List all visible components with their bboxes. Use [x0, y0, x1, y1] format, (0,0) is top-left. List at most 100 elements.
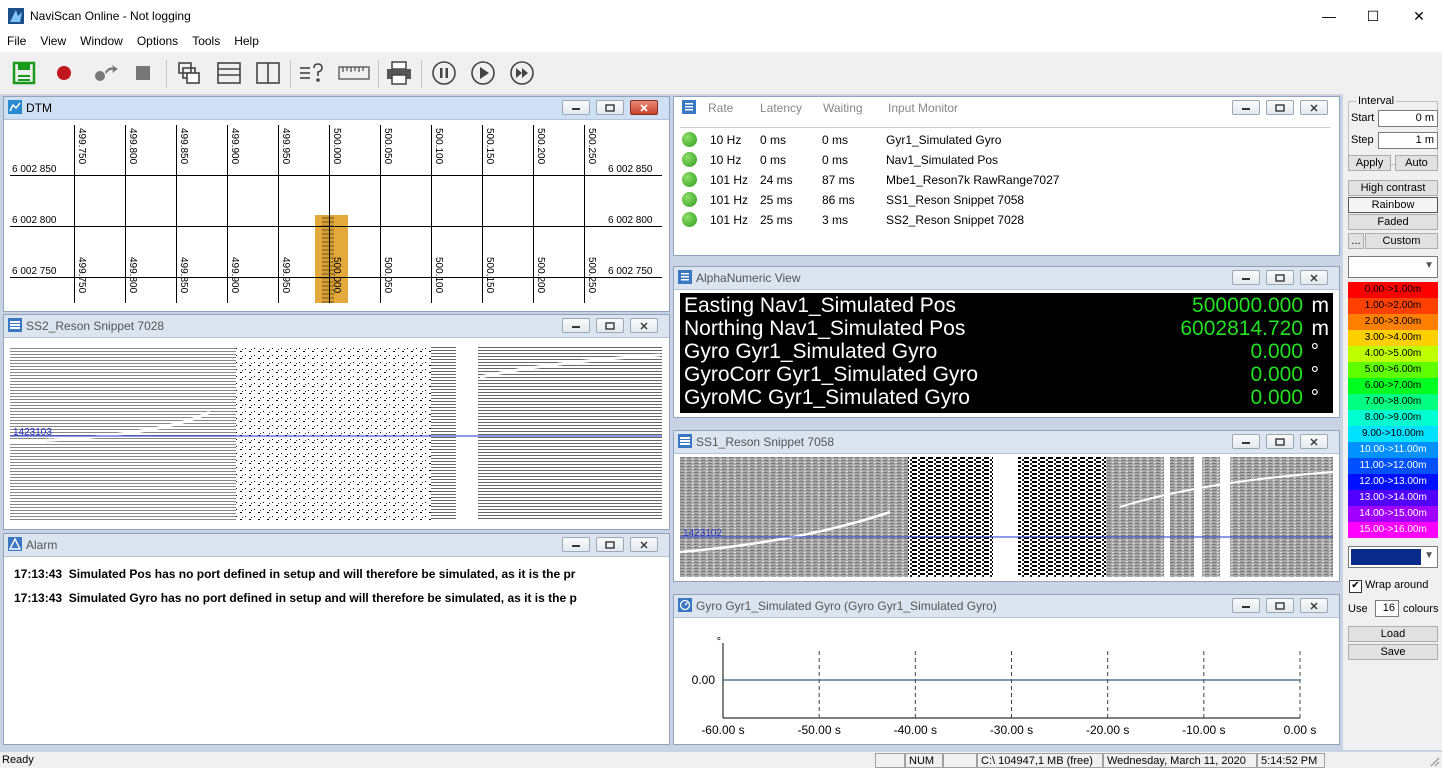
restore-icon[interactable]	[1266, 598, 1294, 613]
colour-band[interactable]: 14.00->15.00m	[1348, 506, 1438, 522]
colour-band[interactable]: 8.00->9.00m	[1348, 410, 1438, 426]
alarm-title-bar[interactable]: Alarm	[4, 534, 669, 557]
custom-button[interactable]: Custom	[1365, 233, 1438, 249]
minimize-icon[interactable]	[1232, 434, 1260, 449]
restore-icon[interactable]	[596, 318, 624, 333]
minimize-button[interactable]: —	[1306, 0, 1352, 32]
resize-grip-icon[interactable]	[1428, 755, 1440, 767]
dtm-panel[interactable]: DTM 499.750 499.750 499.800 499.800 499.850 4…	[3, 96, 670, 312]
alarm-panel[interactable]: Alarm 17:13:43 Simulated Pos has no port…	[3, 533, 670, 745]
ss1-panel[interactable]: SS1_Reson Snippet 7058 1423102	[673, 430, 1340, 582]
colour-picker-dropdown[interactable]: ▼	[1348, 546, 1438, 568]
input-row[interactable]: 10 Hz 0 ms 0 ms Nav1_Simulated Pos	[682, 151, 1322, 171]
maximize-button[interactable]: ☐	[1350, 0, 1396, 32]
menu-window[interactable]: Window	[73, 32, 130, 52]
colour-band[interactable]: 13.00->14.00m	[1348, 490, 1438, 506]
close-button[interactable]: ✕	[1396, 0, 1442, 32]
help-query-icon[interactable]	[298, 59, 326, 87]
colour-count-input[interactable]: 16	[1375, 600, 1399, 617]
apply-button[interactable]: Apply	[1348, 155, 1391, 171]
alphanumeric-title-bar[interactable]: AlphaNumeric View	[674, 267, 1339, 290]
close-icon[interactable]	[1300, 598, 1328, 613]
ss2-panel[interactable]: SS2_Reson Snippet 7028 1423103	[3, 314, 670, 530]
record-icon[interactable]	[50, 59, 78, 87]
restore-icon[interactable]	[596, 537, 624, 552]
save-icon[interactable]	[10, 59, 38, 87]
faded-button[interactable]: Faded	[1348, 214, 1438, 230]
column-header-input-monitor[interactable]: Input Monitor	[888, 101, 958, 115]
close-icon[interactable]	[630, 318, 658, 333]
colour-band[interactable]: 15.00->16.00m	[1348, 522, 1438, 538]
minimize-icon[interactable]	[1232, 598, 1260, 613]
gyro-plot-title-bar[interactable]: Gyro Gyr1_Simulated Gyro (Gyro Gyr1_Simu…	[674, 595, 1339, 618]
colour-band[interactable]: 10.00->11.00m	[1348, 442, 1438, 458]
wrap-around-checkbox[interactable]: ✔	[1349, 580, 1362, 593]
menu-tools[interactable]: Tools	[185, 32, 227, 52]
start-input[interactable]: 0 m	[1378, 110, 1438, 127]
ss1-waterfall[interactable]: 1423102	[680, 457, 1333, 577]
minimize-icon[interactable]	[562, 537, 590, 552]
colour-band[interactable]: 7.00->8.00m	[1348, 394, 1438, 410]
stop-icon[interactable]	[129, 59, 157, 87]
alphanumeric-panel[interactable]: AlphaNumeric View Easting Nav1_Simulated…	[673, 266, 1340, 418]
input-row[interactable]: 101 Hz 24 ms 87 ms Mbe1_Reson7k RawRange…	[682, 171, 1322, 191]
input-row[interactable]: 10 Hz 0 ms 0 ms Gyr1_Simulated Gyro	[682, 131, 1322, 151]
restore-icon[interactable]	[596, 100, 624, 115]
high-contrast-button[interactable]: High contrast	[1348, 180, 1438, 196]
close-icon[interactable]	[1300, 270, 1328, 285]
gyro-line-chart[interactable]: ° -60.00 s -50.00 s -40.00 s -30.00 s -20.00 …	[680, 621, 1333, 741]
menu-help[interactable]: Help	[227, 32, 266, 52]
colour-band[interactable]: 6.00->7.00m	[1348, 378, 1438, 394]
tile-vertical-icon[interactable]	[254, 59, 282, 87]
column-header-latency[interactable]: Latency	[760, 101, 802, 115]
minimize-icon[interactable]	[562, 318, 590, 333]
menu-file[interactable]: File	[0, 32, 33, 52]
restore-icon[interactable]	[1266, 434, 1294, 449]
input-row[interactable]: 101 Hz 25 ms 3 ms SS2_Reson Snippet 7028	[682, 211, 1322, 231]
rainbow-button[interactable]: Rainbow	[1348, 197, 1438, 213]
play-icon[interactable]	[469, 59, 497, 87]
restore-icon[interactable]	[1266, 270, 1294, 285]
colour-band[interactable]: 11.00->12.00m	[1348, 458, 1438, 474]
colour-band[interactable]: 2.00->3.00m	[1348, 314, 1438, 330]
ss2-title-bar[interactable]: SS2_Reson Snippet 7028	[4, 315, 669, 338]
ss1-title-bar[interactable]: SS1_Reson Snippet 7058	[674, 431, 1339, 454]
cascade-windows-icon[interactable]	[175, 59, 203, 87]
load-button[interactable]: Load	[1348, 626, 1438, 642]
ruler-icon[interactable]	[338, 59, 370, 87]
save-scale-button[interactable]: Save	[1348, 644, 1438, 660]
alarm-row[interactable]: 17:13:43 Simulated Pos has no port defin…	[14, 567, 575, 581]
minimize-icon[interactable]	[1232, 100, 1260, 115]
dtm-title-bar[interactable]: DTM	[4, 97, 669, 120]
dtm-map[interactable]: 499.750 499.750 499.800 499.800 499.850 499.8…	[10, 125, 662, 303]
custom-browse-button[interactable]: ...	[1348, 233, 1364, 249]
ss2-waterfall[interactable]: 1423103	[10, 347, 662, 520]
colour-band[interactable]: 12.00->13.00m	[1348, 474, 1438, 490]
close-icon[interactable]	[630, 537, 658, 552]
colour-band[interactable]: 9.00->10.00m	[1348, 426, 1438, 442]
print-icon[interactable]	[385, 59, 413, 87]
colour-band[interactable]: 5.00->6.00m	[1348, 362, 1438, 378]
pause-icon[interactable]	[430, 59, 458, 87]
fast-forward-icon[interactable]	[508, 59, 536, 87]
gyro-plot-panel[interactable]: Gyro Gyr1_Simulated Gyro (Gyro Gyr1_Simu…	[673, 594, 1340, 745]
minimize-icon[interactable]	[562, 100, 590, 115]
restore-icon[interactable]	[1266, 100, 1294, 115]
alarm-row[interactable]: 17:13:43 Simulated Gyro has no port defi…	[14, 591, 577, 605]
menu-options[interactable]: Options	[130, 32, 185, 52]
step-record-icon[interactable]	[92, 59, 120, 87]
tile-horizontal-icon[interactable]	[215, 59, 243, 87]
colour-band[interactable]: 3.00->4.00m	[1348, 330, 1438, 346]
alarm-list[interactable]: 17:13:43 Simulated Pos has no port defin…	[8, 564, 663, 736]
colour-band[interactable]: 1.00->2.00m	[1348, 298, 1438, 314]
close-icon[interactable]	[1300, 434, 1328, 449]
input-monitor-panel[interactable]: Rate Latency Waiting Input Monitor 10 Hz…	[673, 96, 1340, 256]
colour-band[interactable]: 0.00->1.00m	[1348, 282, 1438, 298]
close-icon[interactable]	[630, 100, 658, 115]
step-input[interactable]: 1 m	[1378, 132, 1438, 149]
auto-button[interactable]: Auto	[1395, 155, 1438, 171]
input-row[interactable]: 101 Hz 25 ms 86 ms SS1_Reson Snippet 705…	[682, 191, 1322, 211]
close-icon[interactable]	[1300, 100, 1328, 115]
minimize-icon[interactable]	[1232, 270, 1260, 285]
colour-band[interactable]: 4.00->5.00m	[1348, 346, 1438, 362]
